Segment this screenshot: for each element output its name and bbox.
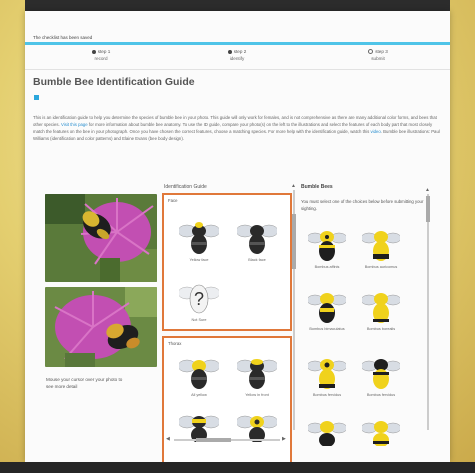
species-bombus-bimaculatus[interactable]: Bombus bimaculatus [303,286,351,332]
bombus-fervidus-alt-icon [362,359,400,389]
bee-black-face-icon [237,224,277,254]
step-identify[interactable]: step 2 identify [187,48,287,62]
scroll-left-icon[interactable]: ◀ [166,437,170,442]
page-title: Bumble Bee Identification Guide [33,76,195,88]
step-current-icon [227,49,232,54]
thorax-group: Thorax All yellow Yellow in front [162,336,292,464]
scroll-up-icon[interactable]: ▲ [291,184,296,189]
bee-all-yellow-icon [179,359,219,389]
species-8[interactable] [357,414,405,447]
guide-horizontal-scrollbar[interactable]: ◀ ▶ [166,437,288,442]
bee-yellow-front-icon [237,359,277,389]
progress-rule [25,42,450,45]
bee-species-8-icon [362,421,400,446]
svg-text:?: ? [194,289,204,309]
intro-text: This is an identification guide to help … [33,115,440,141]
face-group: Face Yellow face Black face ? Not Sure [162,193,292,331]
bee-yellow-face-icon [179,222,219,254]
bee-species-7-icon [308,421,346,446]
species-bombus-fervidus-1[interactable]: Bombus fervidus [303,352,351,398]
step-submit[interactable]: step 3 submit [328,48,428,62]
scroll-right-icon[interactable]: ▶ [282,437,286,442]
bottom-bar [0,462,475,473]
bombus-auricomus-icon [362,231,400,261]
thorax-group-label: Thorax [168,341,182,346]
face-group-label: Face [168,198,178,203]
bombus-affinis-icon [308,231,346,261]
option-yellow-in-front[interactable]: Yellow in front [230,352,284,397]
bee-photo-2[interactable] [45,287,157,367]
bombus-fervidus-icon [308,359,346,389]
guide-vertical-scrollbar[interactable]: ▲ [291,184,297,444]
option-black-face[interactable]: Black face [230,217,284,262]
bumble-bees-panel: Bumble Bees You must select one of the c… [301,184,431,446]
bees-vertical-scrollbar[interactable]: ▲ [425,188,431,438]
bees-scroll-thumb[interactable] [426,196,430,222]
anatomy-link[interactable]: Visit this page [61,122,88,127]
bombus-borealis-icon [362,293,400,323]
guide-title: Identification Guide [164,184,207,190]
species-7[interactable] [303,414,351,447]
option-face-not-sure[interactable]: ? Not Sure [172,277,226,322]
step-record[interactable]: step 1 record [51,48,151,62]
bees-title: Bumble Bees [301,184,333,190]
bees-scroll-up-icon[interactable]: ▲ [425,188,430,193]
option-yellow-face[interactable]: Yellow face [172,217,226,262]
top-bar [25,0,450,11]
option-all-yellow[interactable]: All yellow [172,352,226,397]
bees-instruction: You must select one of the choices below… [301,199,424,211]
step-todo-icon [368,49,374,55]
species-bombus-fervidus-2[interactable]: Bombus fervidus [357,352,405,398]
species-bombus-auricomus[interactable]: Bombus auricomus [357,224,405,270]
horizontal-scroll-thumb[interactable] [196,438,231,442]
species-bombus-borealis[interactable]: Bombus borealis [357,286,405,332]
species-bombus-affinis[interactable]: Bombus affinis [303,224,351,270]
video-link[interactable]: video [371,129,381,134]
bombus-bimaculatus-icon [308,293,346,323]
title-marker [34,95,39,100]
step-done-icon [91,49,96,54]
steps-divider [25,69,450,70]
save-notice: The checklist has been saved [33,35,93,40]
progress-steps: step 1 record step 2 identify step 3 sub… [25,42,450,72]
question-mark-icon: ? [179,284,219,314]
vertical-scroll-thumb[interactable] [292,214,296,269]
bee-photo-1[interactable] [45,194,157,282]
photo-caption: Mouse your cursor over your photo to see… [46,377,123,389]
